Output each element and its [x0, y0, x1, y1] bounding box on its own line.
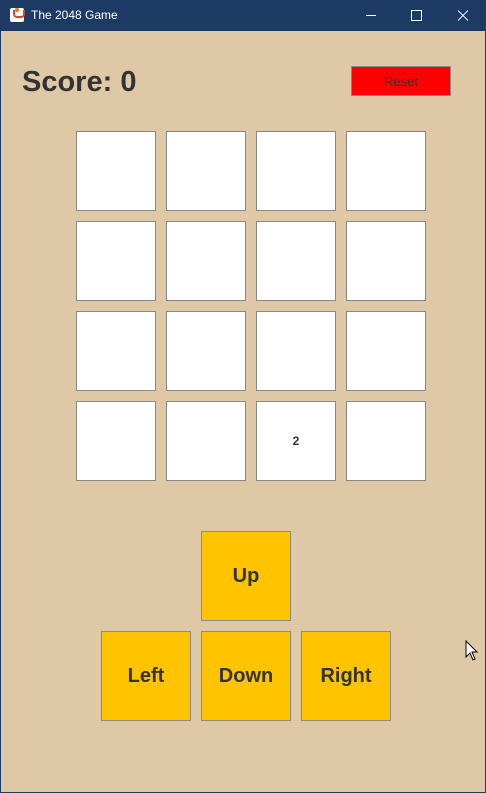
tile [76, 311, 156, 391]
tile [166, 131, 246, 211]
tile [76, 131, 156, 211]
game-panel: Score: 0 Reset 2 Up Left Down Right [1, 31, 485, 792]
left-button[interactable]: Left [101, 631, 191, 721]
tile [346, 401, 426, 481]
tile [166, 401, 246, 481]
tile: 2 [256, 401, 336, 481]
title-bar[interactable]: The 2048 Game [0, 0, 486, 31]
score-label: Score: 0 [22, 66, 137, 98]
close-icon[interactable] [439, 0, 485, 31]
tile [346, 311, 426, 391]
mouse-pointer-icon [465, 640, 479, 661]
reset-button[interactable]: Reset [351, 66, 451, 96]
down-button[interactable]: Down [201, 631, 291, 721]
tile [76, 401, 156, 481]
minimize-icon[interactable] [347, 0, 393, 31]
tile [166, 311, 246, 391]
tile [346, 221, 426, 301]
tile [346, 131, 426, 211]
java-app-icon [10, 8, 25, 22]
tile [256, 311, 336, 391]
right-button[interactable]: Right [301, 631, 391, 721]
tile [166, 221, 246, 301]
window-title: The 2048 Game [31, 8, 118, 22]
tile [256, 131, 336, 211]
tile [256, 221, 336, 301]
maximize-icon[interactable] [393, 0, 439, 31]
tile [76, 221, 156, 301]
up-button[interactable]: Up [201, 531, 291, 621]
